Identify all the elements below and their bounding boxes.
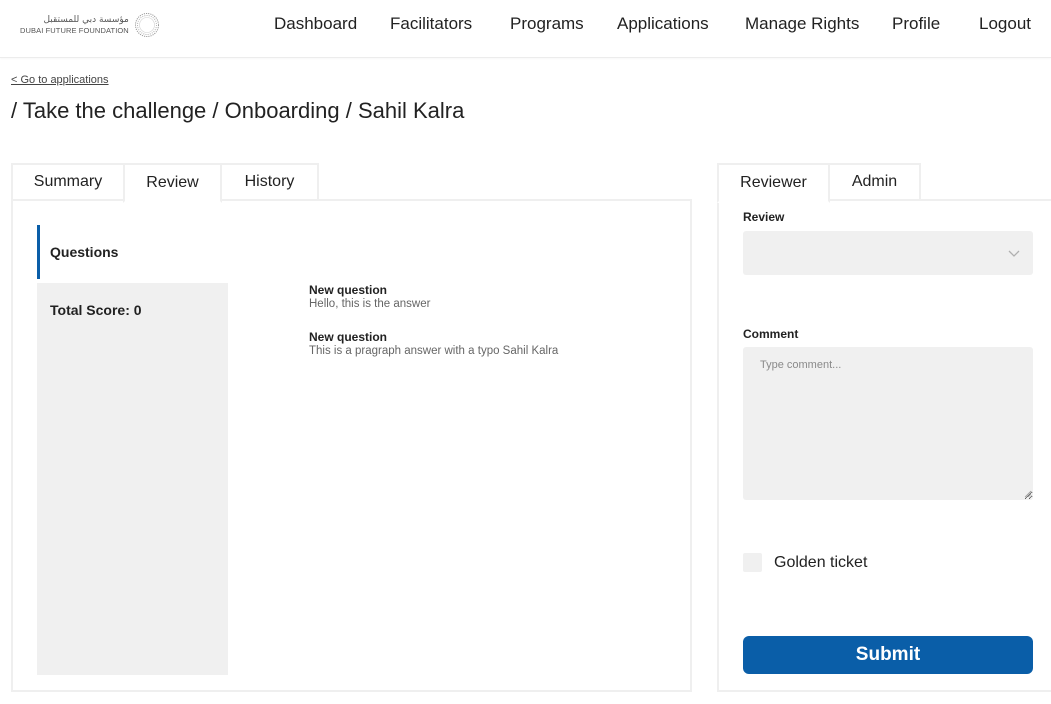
nav-facilitators[interactable]: Facilitators xyxy=(390,14,472,34)
tab-history-label: History xyxy=(244,173,295,190)
tab-admin-label: Admin xyxy=(851,173,898,190)
nav-profile[interactable]: Profile xyxy=(892,14,940,34)
submit-button[interactable]: Submit xyxy=(743,636,1033,674)
question-item: New question Hello, this is the answer xyxy=(309,283,430,311)
tab-summary[interactable]: Summary xyxy=(11,163,125,201)
golden-ticket-checkbox[interactable] xyxy=(743,553,762,572)
golden-ticket-label: Golden ticket xyxy=(774,553,868,571)
nav-dashboard[interactable]: Dashboard xyxy=(274,14,357,34)
tab-history[interactable]: History xyxy=(220,163,319,201)
tab-review-label: Review xyxy=(146,174,199,191)
tab-reviewer-label: Reviewer xyxy=(740,174,807,191)
resize-handle-icon[interactable] xyxy=(1024,490,1031,497)
tab-admin[interactable]: Admin xyxy=(828,163,921,201)
tab-review[interactable]: Review xyxy=(123,163,222,203)
nav-programs[interactable]: Programs xyxy=(510,14,584,34)
review-label: Review xyxy=(743,210,785,224)
question-answer: This is a pragraph answer with a typo Sa… xyxy=(309,345,559,357)
top-navigation-bar: مؤسسة دبي للمستقبل DUBAI FUTURE FOUNDATI… xyxy=(0,0,1051,58)
back-to-applications-link[interactable]: < Go to applications xyxy=(11,74,109,86)
comment-label: Comment xyxy=(743,327,799,341)
tab-summary-label: Summary xyxy=(33,173,103,190)
question-item: New question This is a pragraph answer w… xyxy=(309,330,558,358)
score-sidebar: Total Score: 0 xyxy=(37,283,228,675)
question-title: New question xyxy=(309,330,388,344)
comment-textarea[interactable] xyxy=(743,347,1033,500)
nav-logout[interactable]: Logout xyxy=(979,14,1031,34)
reviewer-form-panel: Review Comment Golden ticket Submit xyxy=(717,199,1051,692)
golden-ticket-row[interactable]: Golden ticket xyxy=(743,553,867,572)
chevron-down-icon xyxy=(1008,250,1020,257)
nav-manage-rights[interactable]: Manage Rights xyxy=(745,14,859,34)
nav-applications[interactable]: Applications xyxy=(617,14,709,34)
review-select[interactable] xyxy=(743,231,1033,275)
questions-header: Questions xyxy=(37,225,217,279)
review-panel: Questions Total Score: 0 New question He… xyxy=(11,199,692,692)
question-answer: Hello, this is the answer xyxy=(309,298,431,310)
tab-reviewer[interactable]: Reviewer xyxy=(717,163,830,203)
question-title: New question xyxy=(309,283,388,297)
page-title: / Take the challenge / Onboarding / Sahi… xyxy=(11,98,465,123)
main-nav: Dashboard Facilitators Programs Applicat… xyxy=(0,14,1051,34)
total-score: Total Score: 0 xyxy=(50,302,142,318)
